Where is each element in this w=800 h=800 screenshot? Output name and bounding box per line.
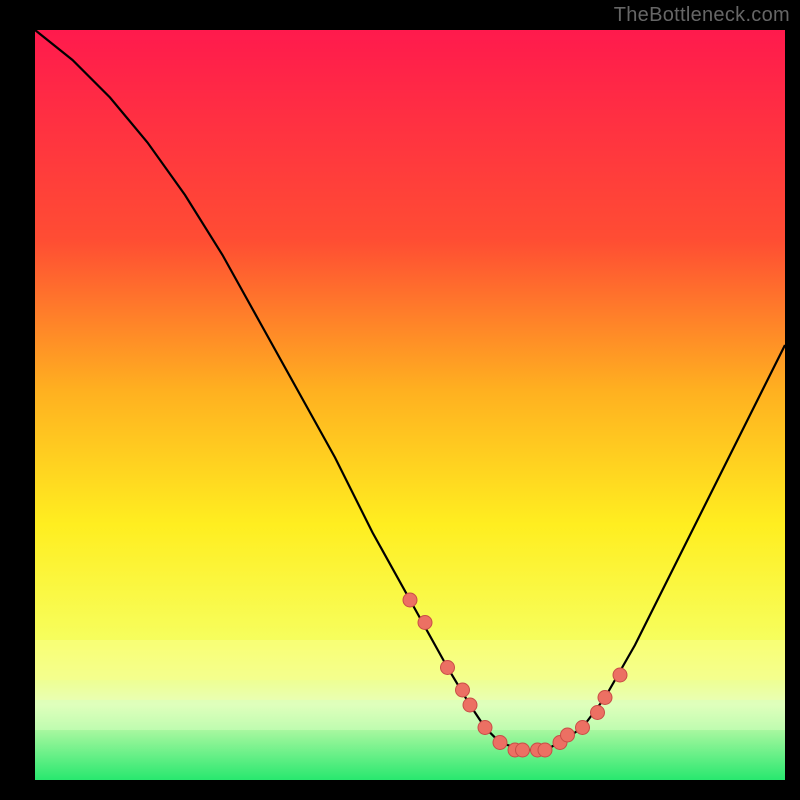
curve-dot xyxy=(561,728,575,742)
curve-dot xyxy=(516,743,530,757)
curve-dot xyxy=(613,668,627,682)
curve-dot xyxy=(598,691,612,705)
curve-dot xyxy=(441,661,455,675)
curve-dot xyxy=(456,683,470,697)
chart-frame: TheBottleneck.com xyxy=(0,0,800,800)
bottleneck-chart xyxy=(0,0,800,800)
curve-dot xyxy=(493,736,507,750)
curve-dot xyxy=(403,593,417,607)
curve-dot xyxy=(591,706,605,720)
band-pale-yellow xyxy=(35,640,785,680)
curve-dot xyxy=(478,721,492,735)
curve-dot xyxy=(538,743,552,757)
watermark-text: TheBottleneck.com xyxy=(614,4,790,27)
band-pale-green xyxy=(35,700,785,730)
curve-dot xyxy=(418,616,432,630)
curve-dot xyxy=(576,721,590,735)
curve-dot xyxy=(463,698,477,712)
